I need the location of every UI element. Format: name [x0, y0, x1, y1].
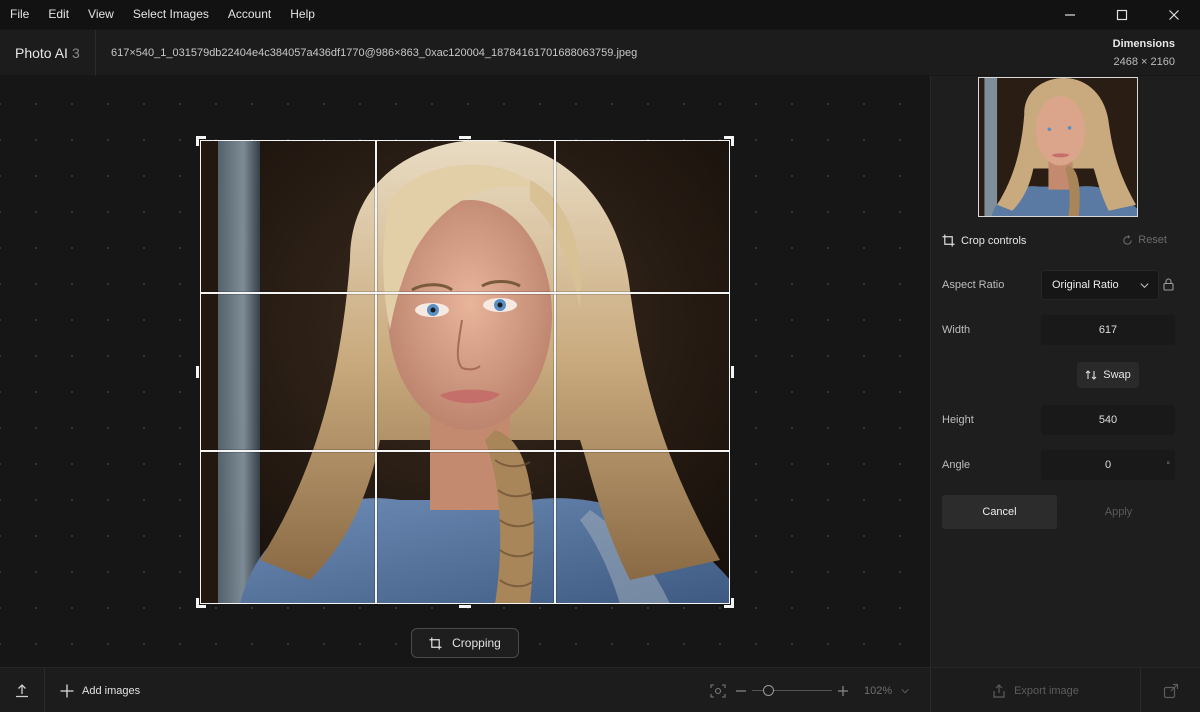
menu-view[interactable]: View [79, 0, 124, 29]
app-version: 3 [71, 45, 80, 61]
share-icon [1163, 683, 1178, 698]
crop-handle-bottom-right[interactable] [731, 598, 734, 608]
crop-handle-top-right[interactable] [731, 136, 734, 146]
menu-help[interactable]: Help [281, 0, 325, 29]
crop-frame [200, 140, 730, 604]
reset-icon [1123, 234, 1132, 245]
swap-icon [1085, 370, 1097, 380]
chevron-down-icon [1140, 283, 1149, 289]
close-button[interactable] [1148, 0, 1200, 29]
width-label: Width [942, 324, 971, 336]
close-icon [1169, 9, 1179, 20]
minimize-icon [1065, 13, 1075, 16]
zoom-slider-handle[interactable] [762, 685, 774, 696]
preview-thumbnail[interactable] [978, 77, 1138, 217]
add-images-button[interactable]: Add images [60, 668, 140, 712]
crop-icon [429, 636, 442, 650]
swap-button[interactable]: Swap [1077, 362, 1139, 388]
cancel-button[interactable]: Cancel [942, 495, 1057, 529]
crop-handle-top[interactable] [459, 136, 471, 139]
height-label: Height [942, 414, 974, 426]
cropping-toggle-button[interactable]: Cropping [411, 628, 519, 658]
dimensions-label: Dimensions [1112, 38, 1175, 50]
crop-panel: Crop controls Reset Aspect Ratio Origina… [930, 76, 1200, 667]
minimize-button[interactable] [1044, 0, 1096, 29]
add-images-label: Add images [82, 684, 141, 697]
upload-button[interactable] [0, 668, 45, 712]
swap-label: Swap [1103, 369, 1131, 381]
menu-edit[interactable]: Edit [39, 0, 79, 29]
upload-icon [16, 683, 28, 697]
crop-handle-bottom-left[interactable] [196, 598, 199, 608]
lock-icon[interactable] [1163, 278, 1174, 291]
title-divider [95, 30, 96, 76]
crop-controls-header: Crop controls [942, 234, 1026, 247]
apply-button[interactable]: Apply [1061, 495, 1176, 529]
maximize-button[interactable] [1096, 0, 1148, 29]
menu-file[interactable]: File [0, 0, 39, 29]
width-input[interactable]: 617 [1041, 315, 1175, 345]
reset-button[interactable]: Reset [1122, 234, 1167, 246]
zoom-in-icon[interactable] [838, 685, 848, 696]
crop-handle-bottom[interactable] [459, 605, 471, 608]
export-image-label: Export image [1014, 684, 1079, 697]
aspect-ratio-label: Aspect Ratio [942, 279, 1005, 291]
zoom-controls: 102% [710, 668, 910, 712]
crop-handle-right[interactable] [731, 366, 734, 378]
zoom-out-icon[interactable] [736, 686, 746, 696]
bottom-toolbar: Add images 102% Export image [0, 667, 1200, 712]
aspect-ratio-select[interactable]: Original Ratio [1041, 270, 1159, 300]
share-button[interactable] [1140, 668, 1200, 712]
dimensions-value: 2468 × 2160 [1113, 56, 1175, 68]
window-controls [1044, 0, 1200, 29]
menu-select-images[interactable]: Select Images [123, 0, 218, 29]
export-image-button[interactable]: Export image [930, 668, 1140, 712]
crop-handle-top-left[interactable] [196, 136, 199, 146]
zoom-slider[interactable] [752, 685, 832, 696]
plus-icon [60, 684, 74, 697]
file-name: 617×540_1_031579db22404e4c384057a436df17… [111, 47, 638, 59]
zoom-value[interactable]: 102% [864, 685, 892, 697]
crop-area[interactable] [196, 136, 734, 608]
title-bar: Photo AI 3 617×540_1_031579db22404e4c3840… [0, 30, 1200, 76]
menu-account[interactable]: Account [218, 0, 280, 29]
angle-input[interactable]: 0 [1041, 450, 1175, 480]
angle-label: Angle [942, 459, 971, 471]
chevron-down-icon[interactable] [900, 686, 910, 696]
maximize-icon [1116, 9, 1128, 20]
cropping-label: Cropping [452, 636, 501, 650]
app-title: Photo AI 3 [15, 30, 80, 76]
crop-handle-left[interactable] [196, 366, 199, 378]
crop-controls-label: Crop controls [961, 234, 1027, 247]
angle-unit: ° [1166, 460, 1170, 470]
export-icon [993, 683, 1005, 698]
crop-icon [942, 234, 955, 247]
menu-bar: File Edit View Select Images Account Hel… [0, 0, 1200, 29]
app-name: Photo AI [15, 45, 68, 61]
aspect-ratio-value: Original Ratio [1052, 279, 1119, 291]
reset-label: Reset [1138, 234, 1167, 246]
height-input[interactable]: 540 [1041, 405, 1175, 435]
fit-to-screen-icon[interactable] [710, 683, 726, 698]
